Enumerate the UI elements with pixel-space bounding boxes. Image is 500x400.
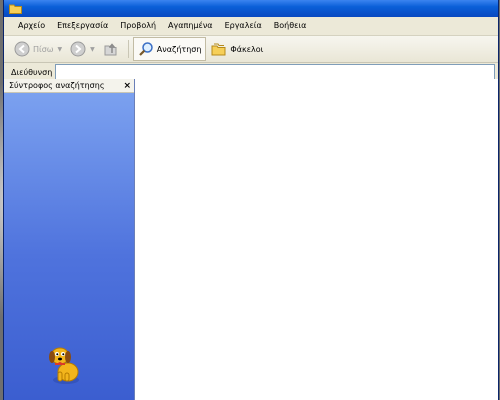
pane-header: Σύντροφος αναζήτησης × [4,79,134,93]
menu-tools[interactable]: Εργαλεία [219,17,268,35]
search-companion-pane: Σύντροφος αναζήτησης × [4,79,135,400]
search-button[interactable]: Αναζήτηση [132,37,207,61]
back-button[interactable]: Πίσω ▼ [11,38,65,60]
toolbar: Πίσω ▼ ▼ Αναζήτηση Φάκελοι [4,36,498,63]
up-folder-icon [104,43,117,56]
menu-help[interactable]: Βοήθεια [268,17,313,35]
pane-title: Σύντροφος αναζήτησης [9,81,105,90]
forward-arrow-icon [70,41,86,57]
address-input[interactable] [55,64,495,80]
search-label: Αναζήτηση [156,44,202,54]
search-icon [138,42,153,56]
address-label: Διεύθυνση [11,67,53,77]
search-dog-icon[interactable] [42,342,86,386]
chevron-down-icon: ▼ [90,45,95,53]
menu-bar: Αρχείο Επεξεργασία Προβολή Αγαπημένα Εργ… [4,17,498,36]
close-icon[interactable]: × [123,81,131,91]
title-bar[interactable] [4,0,498,17]
folder-icon [9,4,22,14]
folders-label: Φάκελοι [230,44,264,54]
menu-edit[interactable]: Επεξεργασία [51,17,114,35]
back-label: Πίσω [33,44,54,54]
toolbar-separator [127,40,129,58]
forward-button[interactable]: ▼ [67,38,98,60]
up-folder-button[interactable] [100,38,122,60]
back-arrow-icon [14,41,30,57]
menu-view[interactable]: Προβολή [114,17,162,35]
menu-favorites[interactable]: Αγαπημένα [162,17,219,35]
folders-icon [211,43,226,56]
menu-file[interactable]: Αρχείο [12,17,51,35]
folders-button[interactable]: Φάκελοι [208,38,266,60]
explorer-window: Αρχείο Επεξεργασία Προβολή Αγαπημένα Εργ… [3,0,499,400]
results-area[interactable] [135,79,498,400]
chevron-down-icon: ▼ [57,45,63,53]
content-area: Σύντροφος αναζήτησης × [4,79,498,400]
